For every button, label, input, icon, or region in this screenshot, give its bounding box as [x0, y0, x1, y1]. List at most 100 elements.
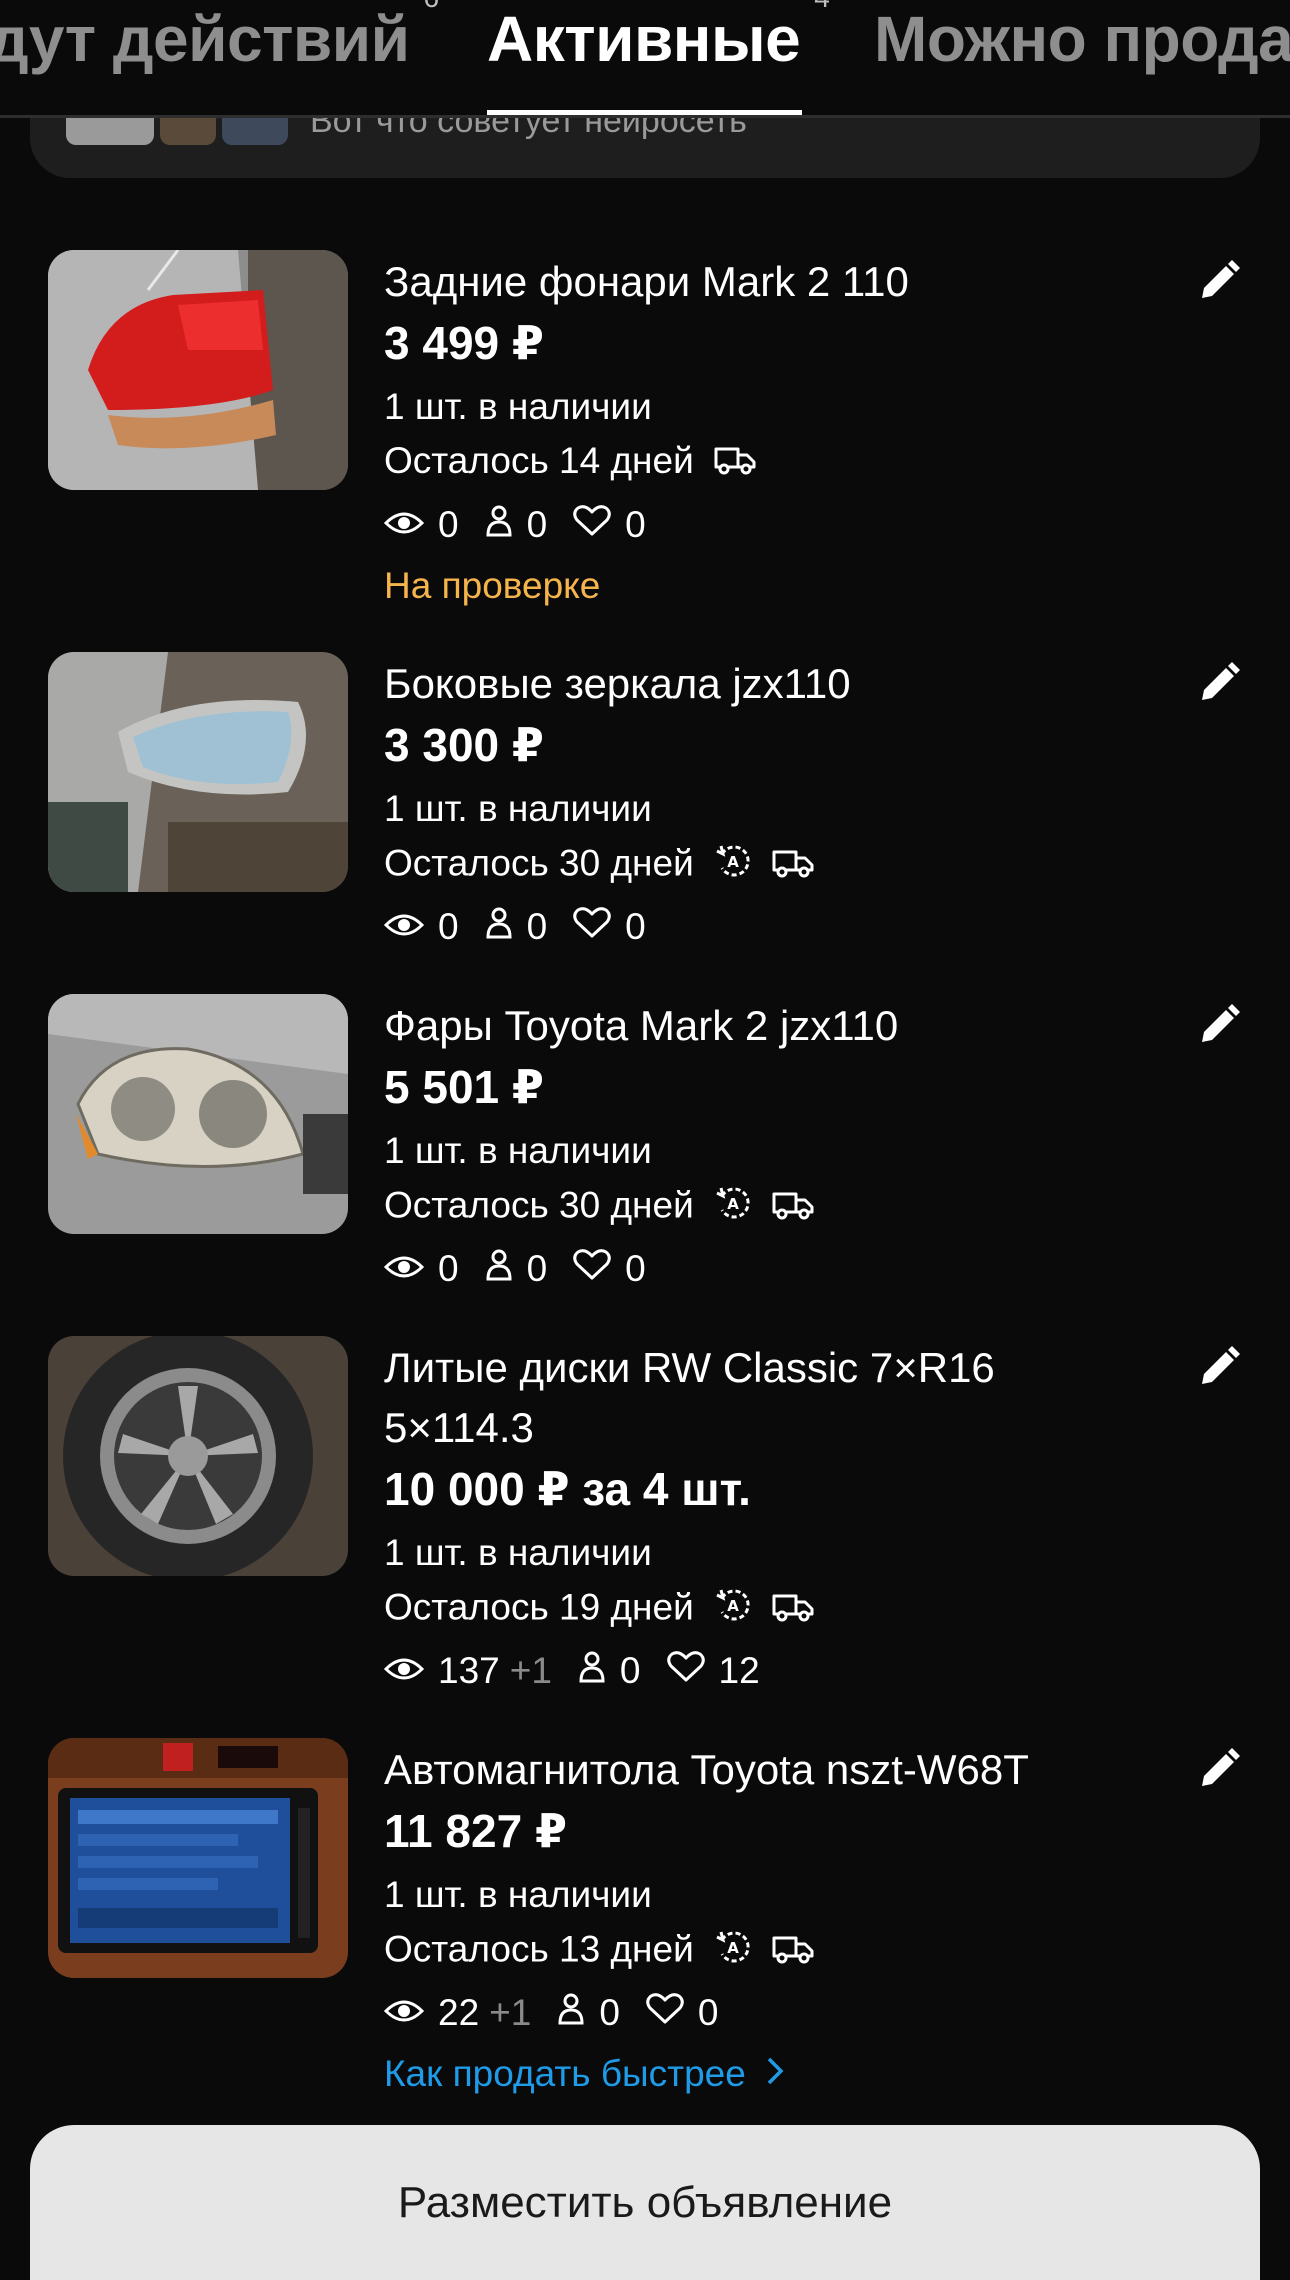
contacts-count: 0	[526, 1248, 548, 1289]
views-new-count: +1	[509, 1650, 552, 1691]
autorenew-icon: A	[714, 1586, 752, 1633]
heart-icon	[573, 906, 611, 948]
svg-text:A: A	[727, 1939, 739, 1957]
contacts-count: 0	[599, 1992, 620, 2033]
person-icon	[485, 504, 513, 546]
listing-expiry: Осталось 13 дней A	[384, 1928, 814, 1975]
active-tab-indicator	[487, 110, 802, 115]
listing-stock: 1 шт. в наличии	[384, 1532, 652, 1573]
tab-label: Можно прода	[874, 3, 1290, 75]
eye-icon	[383, 1650, 425, 1692]
tab-label: Активные	[487, 3, 801, 75]
edit-pencil-icon[interactable]	[1196, 660, 1242, 706]
heart-icon	[573, 1248, 611, 1290]
tab-count: 4	[814, 0, 830, 13]
listing-photo-car-stereo[interactable]	[48, 1738, 348, 1978]
favorites-count: 0	[625, 1248, 646, 1289]
listing-title[interactable]: Задние фонари Mark 2 110	[384, 252, 1084, 312]
favorites-count: 0	[625, 504, 646, 545]
status-badge: На проверке	[384, 565, 601, 606]
listing-days-left: Осталось 14 дней	[384, 440, 694, 481]
views-count: 0	[438, 1248, 459, 1289]
listing-stats: 0 0 0	[383, 906, 672, 948]
listing-days-left: Осталось 13 дней	[384, 1928, 694, 1970]
truck-icon	[772, 845, 814, 887]
truck-icon	[714, 442, 756, 484]
listing-title[interactable]: Фары Toyota Mark 2 jzx110	[384, 996, 1084, 1056]
chevron-right-icon	[766, 2053, 784, 2094]
eye-icon	[383, 1992, 425, 2034]
views-count: 0	[438, 504, 459, 545]
listing-price: 11 827 ₽	[384, 1805, 567, 1857]
favorites-count: 12	[718, 1650, 760, 1691]
listing-stats: 137 +1 0 12	[383, 1650, 786, 1692]
listing-stats: 22 +1 0 0	[383, 1992, 745, 2034]
person-icon	[578, 1650, 606, 1692]
listing-stock: 1 шт. в наличии	[384, 386, 652, 427]
listing-expiry: Осталось 30 дней A	[384, 842, 814, 889]
listing-photo-wheel[interactable]	[48, 1336, 348, 1576]
edit-pencil-icon[interactable]	[1196, 1002, 1242, 1048]
listing-stats: 0 0 0	[383, 504, 672, 546]
tab-active[interactable]: Активные 4	[487, 0, 830, 76]
person-icon	[485, 906, 513, 948]
listing-expiry: Осталось 14 дней	[384, 440, 756, 484]
contacts-count: 0	[619, 1650, 641, 1691]
views-count: 22	[438, 1992, 480, 2033]
autorenew-icon: A	[714, 1928, 752, 1975]
eye-icon	[383, 504, 425, 546]
listing-expiry: Осталось 30 дней A	[384, 1184, 814, 1231]
views-new-count: +1	[489, 1992, 532, 2033]
svg-text:A: A	[727, 1597, 739, 1615]
listing-title[interactable]: Боковые зеркала jzx110	[384, 654, 1084, 714]
tab-can-sell[interactable]: Можно прода	[874, 2, 1290, 76]
edit-pencil-icon[interactable]	[1196, 1344, 1242, 1390]
listing-title[interactable]: Литые диски RW Classic 7×R16 5×114.3	[384, 1338, 1084, 1458]
sell-faster-link[interactable]: Как продать быстрее	[384, 2053, 784, 2095]
views-count: 137	[438, 1650, 500, 1691]
eye-icon	[383, 1248, 425, 1290]
listing-stock: 1 шт. в наличии	[384, 1874, 652, 1915]
edit-pencil-icon[interactable]	[1196, 1746, 1242, 1792]
contacts-count: 0	[526, 504, 548, 545]
favorites-count: 0	[697, 1992, 719, 2033]
listing-days-left: Осталось 30 дней	[384, 842, 694, 884]
person-icon	[485, 1248, 513, 1290]
listing-stats: 0 0 0	[383, 1248, 672, 1290]
edit-pencil-icon[interactable]	[1196, 258, 1242, 304]
listing-days-left: Осталось 30 дней	[384, 1184, 694, 1226]
svg-text:A: A	[727, 1195, 739, 1213]
listing-expiry: Осталось 19 дней A	[384, 1586, 814, 1633]
listing-price: 10 000 ₽ за 4 шт.	[384, 1463, 751, 1515]
listing-photo-taillight[interactable]	[48, 250, 348, 490]
listing-photo-headlight[interactable]	[48, 994, 348, 1234]
eye-icon	[383, 906, 425, 948]
tab-label: дут действий	[0, 3, 410, 75]
listing-days-left: Осталось 19 дней	[384, 1586, 694, 1628]
listing-price: 3 300 ₽	[384, 719, 544, 771]
favorites-count: 0	[625, 906, 646, 947]
tab-count: 6	[423, 0, 439, 13]
heart-icon	[573, 504, 611, 546]
sell-faster-label: Как продать быстрее	[384, 2053, 746, 2094]
truck-icon	[772, 1589, 814, 1631]
contacts-count: 0	[526, 906, 548, 947]
listing-stock: 1 шт. в наличии	[384, 1130, 652, 1171]
autorenew-icon: A	[714, 842, 752, 889]
listing-stock: 1 шт. в наличии	[384, 788, 652, 829]
tab-bar: дут действий 6 Активные 4 Можно прода	[0, 0, 1290, 118]
listing-price: 3 499 ₽	[384, 317, 544, 369]
listing-price: 5 501 ₽	[384, 1061, 544, 1113]
heart-icon	[666, 1650, 705, 1692]
listing-photo-mirror[interactable]	[48, 652, 348, 892]
truck-icon	[772, 1931, 814, 1973]
svg-text:A: A	[727, 853, 739, 871]
heart-icon	[646, 1992, 684, 2034]
person-icon	[557, 1992, 585, 2034]
truck-icon	[772, 1187, 814, 1229]
tab-needs-action[interactable]: дут действий 6	[0, 0, 439, 76]
listing-title[interactable]: Автомагнитола Toyota nszt-W68T	[384, 1740, 1084, 1800]
views-count: 0	[438, 906, 459, 947]
post-listing-button[interactable]: Разместить объявление	[30, 2125, 1260, 2280]
autorenew-icon: A	[714, 1184, 752, 1231]
